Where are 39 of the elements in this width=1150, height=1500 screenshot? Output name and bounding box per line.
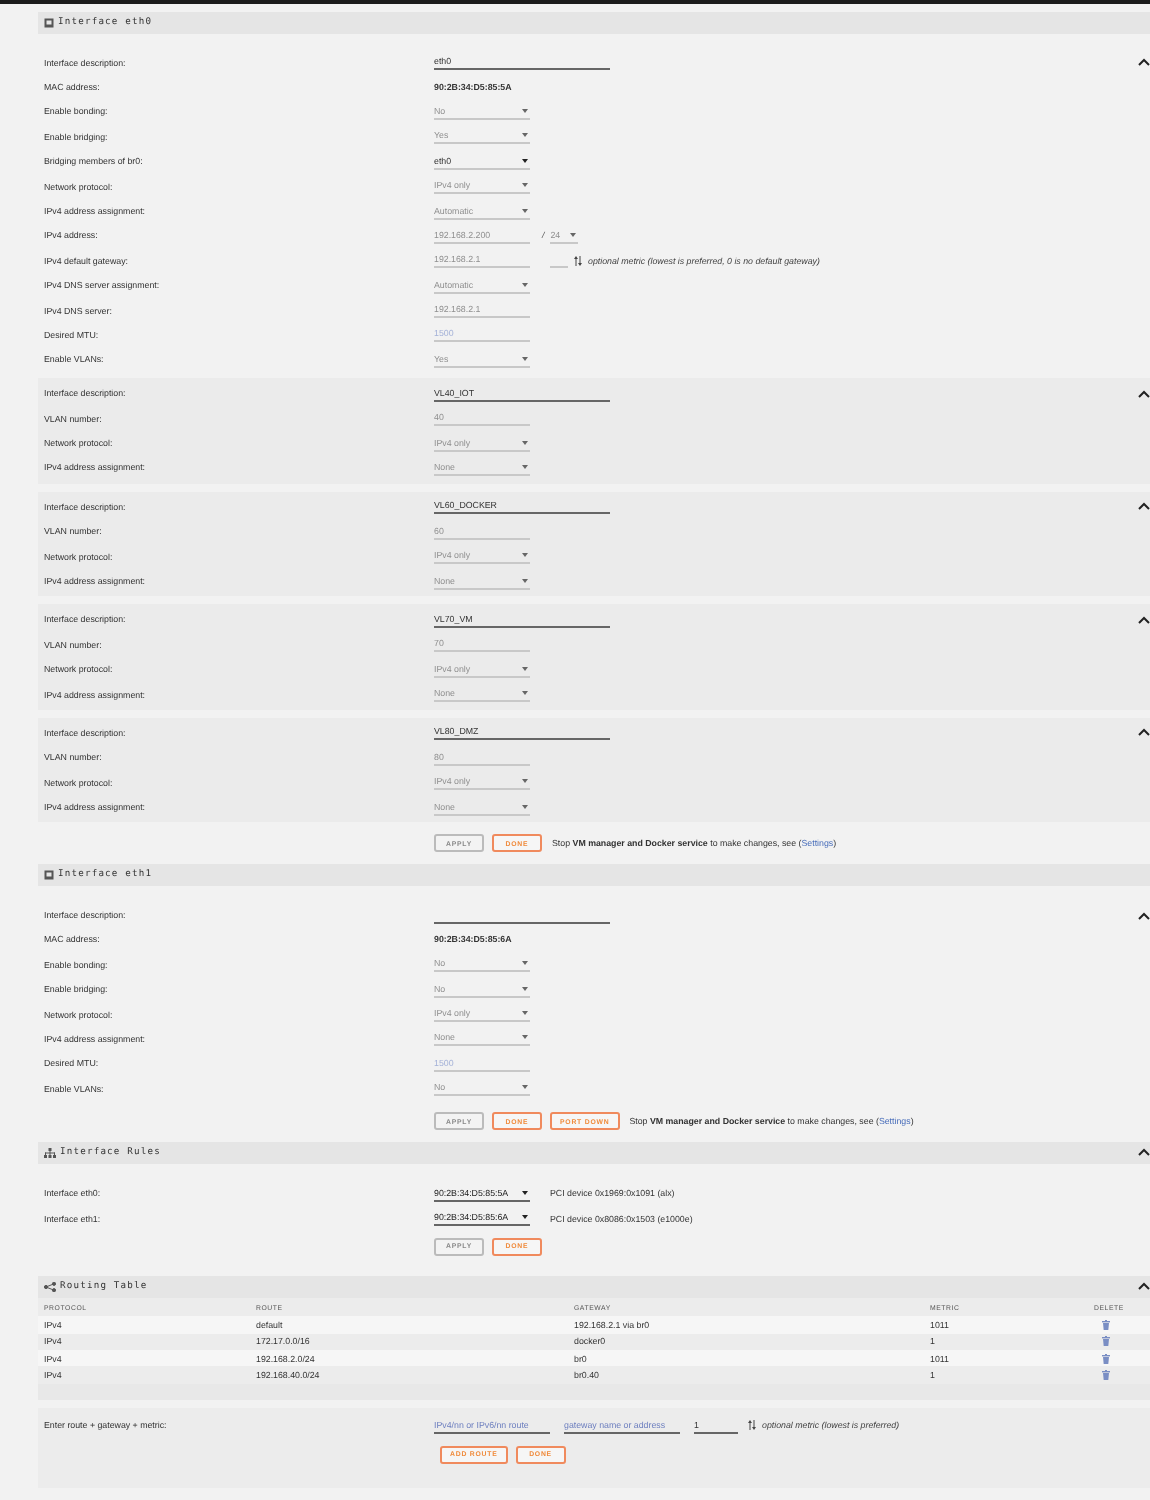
caret-icon	[522, 439, 528, 446]
trash-icon	[1102, 1370, 1110, 1381]
collapse-chevron-icon	[1138, 1282, 1150, 1291]
caret-icon	[522, 577, 528, 583]
trash-icon	[1102, 1319, 1110, 1330]
caret-icon	[522, 157, 528, 164]
ethernet-port-icon	[44, 870, 54, 881]
caret-icon	[522, 463, 528, 470]
caret-icon	[522, 1084, 528, 1091]
caret-icon	[522, 132, 528, 139]
trash-icon	[1102, 1336, 1110, 1347]
sort-arrows-icon	[574, 255, 582, 266]
delete-button[interactable]	[1102, 1319, 1110, 1330]
caret-icon	[522, 985, 528, 992]
delete-button[interactable]	[1102, 1370, 1110, 1381]
collapse-chevron-icon	[1138, 1148, 1150, 1157]
caret-icon	[522, 207, 528, 214]
caret-icon	[522, 552, 528, 559]
caret-icon	[522, 960, 528, 967]
network-tree-icon	[44, 1148, 56, 1159]
caret-icon	[522, 281, 528, 288]
caret-icon	[522, 182, 528, 189]
caret-icon	[522, 665, 528, 672]
share-icon	[44, 1282, 56, 1293]
sort-arrows-icon	[748, 1420, 756, 1431]
caret-icon	[522, 1189, 528, 1196]
caret-icon	[522, 1010, 528, 1017]
trash-icon	[1102, 1353, 1110, 1364]
caret-icon	[570, 231, 577, 238]
caret-icon	[522, 355, 528, 362]
caret-icon	[522, 107, 528, 114]
delete-button[interactable]	[1102, 1336, 1110, 1347]
ethernet-port-icon	[44, 18, 54, 28]
caret-icon	[522, 778, 528, 785]
caret-icon	[522, 1034, 528, 1041]
caret-icon	[522, 803, 528, 810]
caret-icon	[522, 1214, 528, 1221]
caret-icon	[522, 690, 528, 697]
delete-button[interactable]	[1102, 1353, 1110, 1364]
